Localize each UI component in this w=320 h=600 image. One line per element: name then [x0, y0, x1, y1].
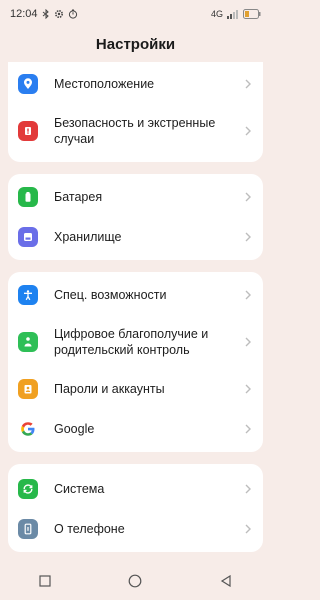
chevron-right-icon	[243, 424, 253, 434]
settings-item-digital-wellbeing[interactable]: Цифровое благополучие и родительский кон…	[8, 318, 263, 366]
account-icon	[18, 379, 38, 399]
settings-item-label: Google	[54, 422, 95, 436]
settings-item-system[interactable]: Система	[8, 472, 263, 506]
chevron-right-icon	[243, 79, 253, 89]
bluetooth-icon	[42, 9, 50, 19]
battery-icon	[18, 187, 38, 207]
network-type: 4G	[210, 9, 223, 19]
settings-item-label: Местоположение	[54, 77, 155, 91]
timer-icon	[68, 9, 78, 19]
phone-info-icon	[18, 519, 38, 539]
settings-item-label: Безопасность и экстренные случаи	[54, 116, 216, 146]
settings-item-location[interactable]: Местоположение	[8, 68, 263, 100]
settings-list[interactable]: Местоположение Безопасность и экстренные…	[0, 62, 271, 562]
chevron-right-icon	[243, 232, 253, 242]
chevron-right-icon	[243, 126, 253, 136]
settings-group-1: Местоположение Безопасность и экстренные…	[8, 62, 263, 162]
accessibility-icon	[18, 285, 38, 305]
chevron-right-icon	[243, 524, 253, 534]
settings-item-label: О телефоне	[54, 522, 125, 536]
settings-item-label: Система	[54, 482, 105, 496]
google-icon	[18, 419, 38, 439]
settings-group-2: Батарея Хранилище	[8, 174, 263, 260]
page-title: Настройки	[95, 36, 176, 53]
status-right: 4G	[211, 9, 261, 19]
settings-item-passwords[interactable]: Пароли и аккаунты	[8, 372, 263, 406]
signal-icon	[227, 9, 239, 19]
settings-item-label: Пароли и аккаунты	[54, 382, 165, 396]
chevron-right-icon	[243, 192, 253, 202]
status-left: 12:04	[10, 8, 78, 20]
settings-item-battery[interactable]: Батарея	[8, 180, 263, 214]
settings-item-label: Батарея	[54, 190, 103, 204]
wellbeing-icon	[18, 332, 38, 352]
chevron-right-icon	[243, 337, 253, 347]
settings-item-google[interactable]: Google	[8, 412, 263, 446]
chevron-right-icon	[243, 290, 253, 300]
settings-item-storage[interactable]: Хранилище	[8, 220, 263, 254]
system-update-icon	[18, 479, 38, 499]
status-time: 12:04	[10, 8, 38, 20]
emergency-icon	[18, 121, 38, 141]
settings-item-about-phone[interactable]: О телефоне	[8, 512, 263, 546]
battery-status-icon	[243, 9, 261, 19]
settings-item-label: Хранилище	[54, 230, 122, 244]
location-pin-icon	[18, 74, 38, 94]
settings-item-label: Цифровое благополучие и родительский кон…	[54, 327, 209, 357]
gear-icon	[54, 9, 64, 19]
navigation-bar	[0, 562, 271, 600]
settings-item-label: Спец. возможности	[54, 288, 167, 302]
settings-group-3: Спец. возможности Цифровое благополучие …	[8, 272, 263, 452]
back-triangle-icon[interactable]	[206, 566, 246, 596]
chevron-right-icon	[243, 484, 253, 494]
settings-item-accessibility[interactable]: Спец. возможности	[8, 278, 263, 312]
status-bar: 12:04 4G	[0, 0, 271, 28]
recents-square-icon[interactable]	[25, 566, 65, 596]
home-circle-icon[interactable]	[115, 566, 155, 596]
storage-icon	[18, 227, 38, 247]
chevron-right-icon	[243, 384, 253, 394]
settings-group-4: Система О телефоне	[8, 464, 263, 552]
settings-item-security[interactable]: Безопасность и экстренные случаи	[8, 110, 263, 152]
